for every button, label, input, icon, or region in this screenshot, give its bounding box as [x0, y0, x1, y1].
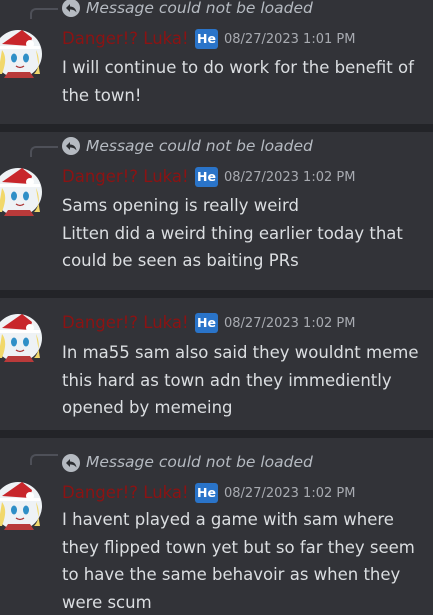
reply-preview-text[interactable]: Message could not be loaded — [86, 452, 313, 473]
reply-preview-text[interactable]: Message could not be loaded — [86, 0, 313, 19]
message-line: they flipped town yet but so far they se… — [62, 537, 415, 557]
reply-arrow-icon — [62, 454, 80, 472]
reply-preview-text[interactable]: Message could not be loaded — [86, 136, 313, 157]
message-line: I will continue to do work for the benef… — [62, 58, 414, 77]
reply-spine — [30, 8, 58, 19]
message[interactable]: Message could not be loaded Danger!? Luk… — [0, 0, 433, 124]
avatar[interactable] — [0, 480, 44, 530]
avatar[interactable] — [0, 28, 44, 78]
message-line: I havent played a game with sam where — [62, 510, 394, 529]
message-content: I will continue to do work for the benef… — [62, 54, 430, 109]
reply-spine — [30, 146, 58, 157]
avatar[interactable] — [0, 312, 44, 362]
reply-arrow-icon — [62, 137, 80, 155]
pronoun-tag: He — [195, 313, 218, 333]
message-line: Sams opening is really weird — [62, 196, 299, 215]
pronoun-tag: He — [195, 167, 218, 187]
chat-log: Message could not be loaded Danger!? Luk… — [0, 0, 433, 615]
message-line: were scum — [62, 592, 152, 612]
timestamp[interactable]: 08/27/2023 1:02 PM — [224, 169, 355, 187]
timestamp[interactable]: 08/27/2023 1:01 PM — [224, 31, 355, 49]
author-name[interactable]: Danger!? Luka! — [62, 165, 189, 189]
reply-spine — [30, 454, 58, 465]
pronoun-tag: He — [195, 29, 218, 49]
message-line: In ma55 sam also said they wouldnt meme — [62, 343, 419, 362]
pronoun-tag: He — [195, 483, 218, 503]
divider — [0, 290, 433, 298]
author-name[interactable]: Danger!? Luka! — [62, 481, 189, 505]
message-line: could be seen as baiting PRs — [62, 251, 299, 270]
reply-arrow-icon — [62, 0, 80, 17]
message-line: to have the same behavoir as when they — [62, 565, 401, 584]
message[interactable]: Message could not be loaded Danger!? Luk… — [0, 132, 433, 290]
author-name[interactable]: Danger!? Luka! — [62, 27, 189, 51]
message-content: Sams opening is really weird Litten did … — [62, 192, 430, 275]
divider — [0, 124, 433, 132]
divider — [0, 430, 433, 438]
author-name[interactable]: Danger!? Luka! — [62, 311, 189, 335]
message-content: In ma55 sam also said they wouldnt meme … — [62, 339, 430, 422]
message-line: the town! — [62, 85, 142, 105]
message[interactable]: Message could not be loaded Danger!? Luk… — [0, 438, 433, 615]
message-line: this hard as town adn they immediently — [62, 370, 392, 390]
message[interactable]: Danger!? Luka! He 08/27/2023 1:02 PM In … — [0, 298, 433, 430]
avatar[interactable] — [0, 166, 44, 216]
message-line: opened by memeing — [62, 398, 233, 417]
message-line: Litten did a weird thing earlier today t… — [62, 223, 403, 243]
timestamp[interactable]: 08/27/2023 1:02 PM — [224, 485, 355, 503]
message-content: I havent played a game with sam where th… — [62, 506, 430, 615]
timestamp[interactable]: 08/27/2023 1:02 PM — [224, 315, 355, 333]
